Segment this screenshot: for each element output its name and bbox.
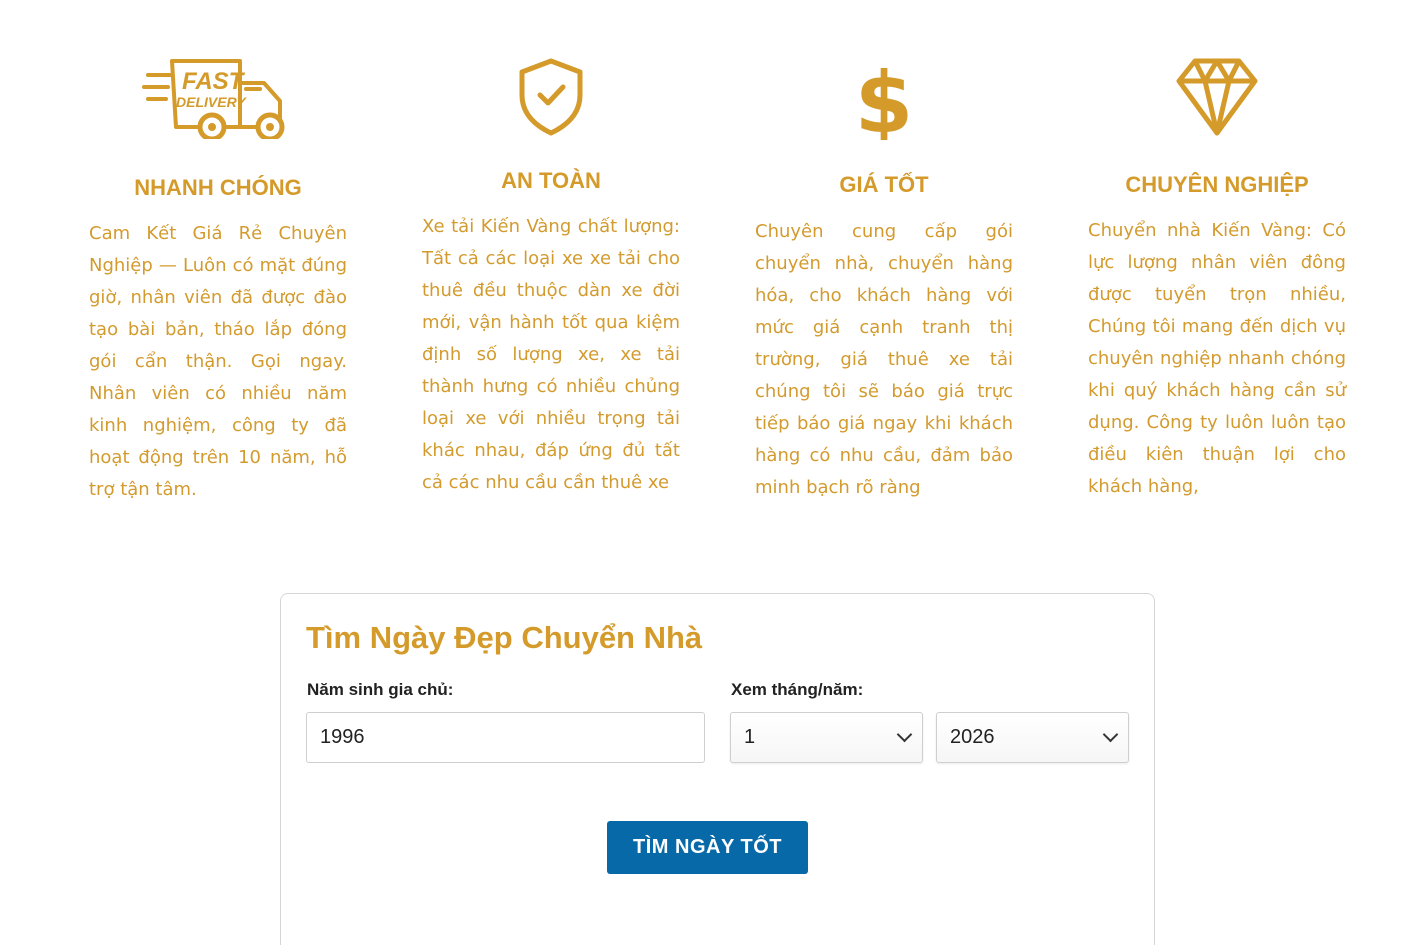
feature-description: Xe tải Kiến Vàng chất lượng: Tất cả các … <box>422 216 680 493</box>
feature-description: Cam Kết Giá Rẻ Chuyên Nghiệp — Luôn có m… <box>89 223 347 500</box>
form-title: Tìm Ngày Đẹp Chuyển Nhà <box>306 620 703 655</box>
shield-check-icon <box>422 57 680 137</box>
feature-title: GIÁ TỐT <box>839 172 929 197</box>
birth-year-label: Năm sinh gia chủ: <box>307 680 454 699</box>
month-select[interactable]: 1 <box>730 712 923 763</box>
find-good-day-form: Tìm Ngày Đẹp Chuyển Nhà Năm sinh gia chủ… <box>280 593 1155 945</box>
month-year-label: Xem tháng/năm: <box>731 680 864 699</box>
year-select-value: 2026 <box>950 726 995 748</box>
svg-text:$: $ <box>855 56 913 140</box>
feature-title: CHUYÊN NGHIỆP <box>1125 172 1309 197</box>
fast-delivery-truck-icon: FAST DELIVERY <box>89 55 347 139</box>
diamond-icon <box>1088 57 1346 137</box>
find-good-day-button[interactable]: TÌM NGÀY TỐT <box>607 821 808 874</box>
dollar-sign-icon: $ <box>755 56 1013 140</box>
month-select-value: 1 <box>744 726 756 748</box>
chevron-down-icon <box>1102 726 1119 743</box>
svg-text:DELIVERY: DELIVERY <box>176 94 247 110</box>
year-select[interactable]: 2026 <box>936 712 1129 763</box>
birth-year-value: 1996 <box>320 726 365 748</box>
feature-description: Chuyển nhà Kiến Vàng: Có lực lượng nhân … <box>1088 220 1346 497</box>
feature-title: NHANH CHÓNG <box>134 175 302 200</box>
feature-title: AN TOÀN <box>501 168 601 193</box>
chevron-down-icon <box>896 726 913 743</box>
feature-description: Chuyên cung cấp gói chuyển nhà, chuyển h… <box>755 221 1013 498</box>
birth-year-input[interactable]: 1996 <box>306 712 705 763</box>
svg-text:FAST: FAST <box>182 68 246 95</box>
